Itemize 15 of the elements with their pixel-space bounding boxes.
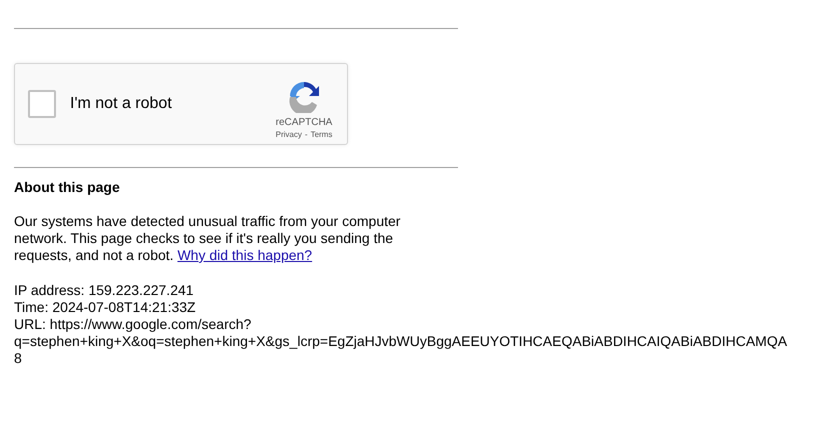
- detail-line: 8: [14, 350, 23, 367]
- terms-link[interactable]: Terms: [310, 130, 332, 139]
- separator: -: [304, 130, 308, 139]
- detail-line: IP address: 159.223.227.241: [14, 282, 195, 299]
- why-link[interactable]: Why did this happen?: [177, 247, 312, 263]
- recaptcha-logo-icon: [287, 79, 321, 113]
- detail-line: URL: https://www.google.com/search?: [14, 316, 252, 333]
- section-heading: About this page: [14, 179, 121, 195]
- checkbox-label: I'm not a robot: [70, 95, 173, 113]
- brand-text: reCAPTCHA: [276, 117, 332, 128]
- explanation-paragraph: Our systems have detected unusual traffic from your computer network. This page checks to see if it's really you sending the requests, and not a robot. Why did this happen?: [14, 213, 402, 264]
- checkbox[interactable]: [28, 90, 56, 118]
- privacy-link[interactable]: Privacy: [276, 130, 302, 139]
- detail-line: q=stephen+king+X&oq=stephen+king+X&gs_lcrp=EgZjaHJvbWUyBggAEEUYOTIHCAEQABiABDIHCAIQABiABDIHCAMQA: [14, 333, 788, 350]
- detail-line: Time: 2024-07-08T14:21:33Z: [14, 299, 197, 316]
